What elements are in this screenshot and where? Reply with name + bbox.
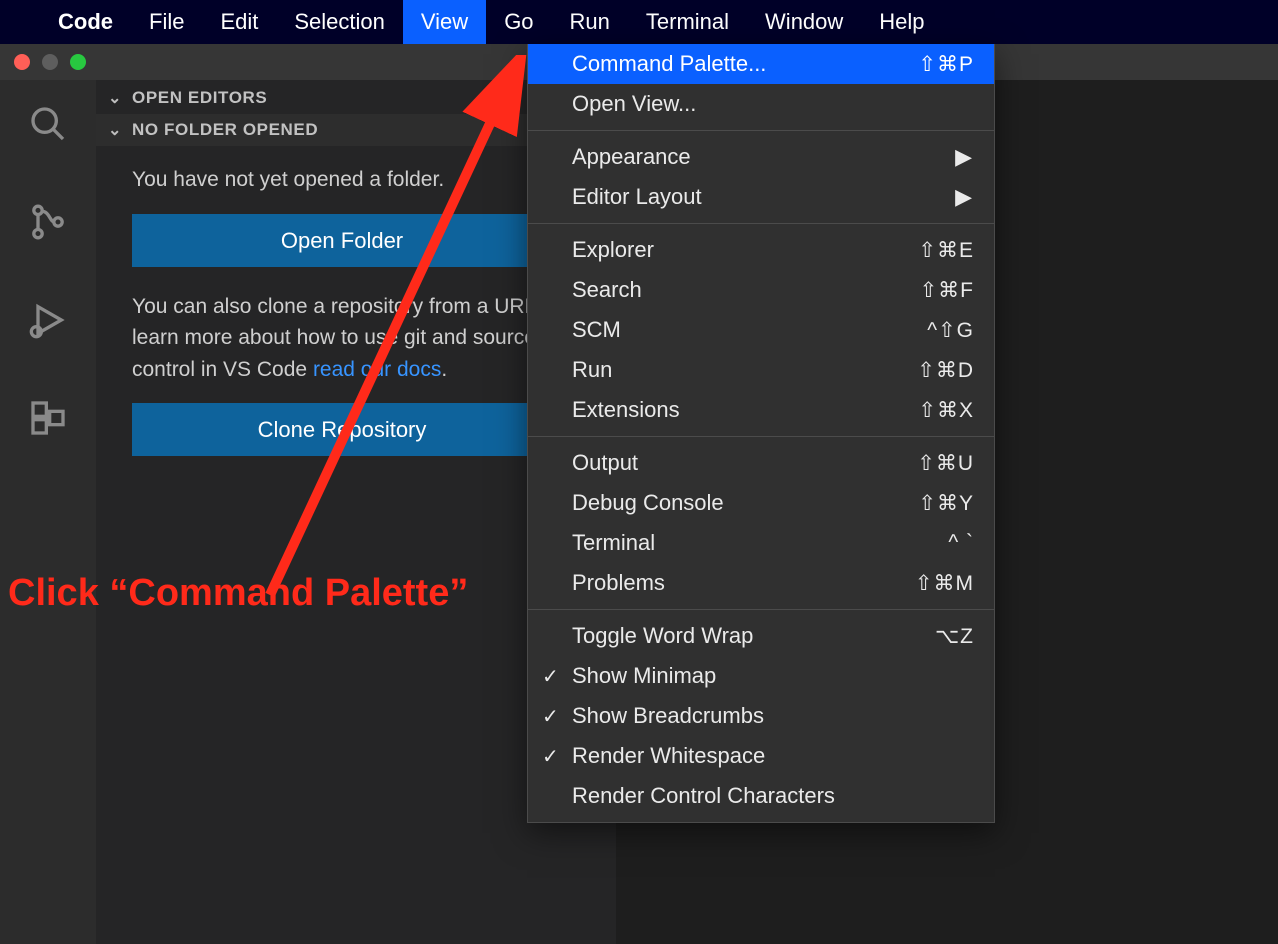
search-icon[interactable]	[28, 104, 68, 144]
run-debug-icon[interactable]	[28, 300, 68, 340]
open-editors-label: Open Editors	[132, 88, 267, 108]
menu-item-label: Show Minimap	[572, 663, 974, 689]
menu-item-run[interactable]: Run⇧⌘D	[528, 350, 994, 390]
menu-item-label: Explorer	[572, 237, 918, 263]
menu-item-explorer[interactable]: Explorer⇧⌘E	[528, 230, 994, 270]
menu-separator	[528, 436, 994, 437]
menubar-item-go[interactable]: Go	[486, 0, 551, 44]
menu-item-shortcut: ⇧⌘F	[920, 278, 974, 303]
menubar-item-run[interactable]: Run	[552, 0, 628, 44]
annotation-text: Click “Command Palette”	[8, 572, 468, 615]
menu-item-appearance[interactable]: Appearance▶	[528, 137, 994, 177]
menu-item-debug-console[interactable]: Debug Console⇧⌘Y	[528, 483, 994, 523]
menu-item-problems[interactable]: Problems⇧⌘M	[528, 563, 994, 603]
menubar-item-help[interactable]: Help	[861, 0, 942, 44]
menu-item-command-palette[interactable]: Command Palette...⇧⌘P	[528, 44, 994, 84]
menu-item-search[interactable]: Search⇧⌘F	[528, 270, 994, 310]
menu-item-label: Terminal	[572, 530, 948, 556]
menu-item-terminal[interactable]: Terminal^ `	[528, 523, 994, 563]
menu-item-shortcut: ⇧⌘U	[917, 451, 974, 476]
menu-item-editor-layout[interactable]: Editor Layout▶	[528, 177, 994, 217]
menu-item-label: Command Palette...	[572, 51, 918, 77]
window-minimize-button[interactable]	[42, 54, 58, 70]
window-maximize-button[interactable]	[70, 54, 86, 70]
checkmark-icon: ✓	[542, 744, 559, 769]
menu-item-extensions[interactable]: Extensions⇧⌘X	[528, 390, 994, 430]
view-menu-dropdown: Command Palette...⇧⌘P Open View... Appeara…	[527, 44, 995, 823]
menubar-item-file[interactable]: File	[131, 0, 202, 44]
menu-item-label: Problems	[572, 570, 915, 596]
menu-item-show-breadcrumbs[interactable]: ✓ Show Breadcrumbs	[528, 696, 994, 736]
menu-item-label: Toggle Word Wrap	[572, 623, 935, 649]
checkmark-icon: ✓	[542, 704, 559, 729]
menu-item-label: Render Control Characters	[572, 783, 974, 809]
menu-item-show-minimap[interactable]: ✓ Show Minimap	[528, 656, 994, 696]
menu-item-shortcut: ⌥Z	[935, 624, 974, 649]
menu-item-shortcut: ⇧⌘P	[918, 52, 974, 77]
chevron-down-icon: ⌄	[108, 88, 122, 108]
menubar-item-selection[interactable]: Selection	[276, 0, 403, 44]
menu-item-output[interactable]: Output⇧⌘U	[528, 443, 994, 483]
read-our-docs-link[interactable]: read our docs	[313, 358, 441, 381]
menu-separator	[528, 609, 994, 610]
submenu-arrow-icon: ▶	[955, 184, 972, 210]
menubar-app-name[interactable]: Code	[58, 0, 131, 44]
menu-item-label: Show Breadcrumbs	[572, 703, 974, 729]
menu-item-render-whitespace[interactable]: ✓ Render Whitespace	[528, 736, 994, 776]
window-close-button[interactable]	[14, 54, 30, 70]
menubar-item-edit[interactable]: Edit	[202, 0, 276, 44]
menu-item-label: Search	[572, 277, 920, 303]
open-folder-button[interactable]: Open Folder	[132, 214, 552, 267]
clone-repository-button[interactable]: Clone Repository	[132, 403, 552, 456]
menu-item-label: SCM	[572, 317, 927, 343]
menu-item-render-control-characters[interactable]: Render Control Characters	[528, 776, 994, 816]
activity-bar	[0, 80, 96, 944]
menu-item-label: Open View...	[572, 91, 974, 117]
no-folder-message: You have not yet opened a folder.	[132, 164, 588, 196]
menu-separator	[528, 130, 994, 131]
no-folder-label: No Folder Opened	[132, 120, 318, 140]
clone-message: You can also clone a repository from a U…	[132, 291, 588, 386]
menu-item-shortcut: ⇧⌘M	[915, 571, 974, 596]
submenu-arrow-icon: ▶	[955, 144, 972, 170]
menu-separator	[528, 223, 994, 224]
menu-item-label: Debug Console	[572, 490, 918, 516]
macos-menubar: Code FileEditSelectionViewGoRunTerminalW…	[0, 0, 1278, 44]
source-control-icon[interactable]	[28, 202, 68, 242]
menu-item-label: Run	[572, 357, 917, 383]
checkmark-icon: ✓	[542, 664, 559, 689]
menu-item-label: Extensions	[572, 397, 918, 423]
menu-item-scm[interactable]: SCM^⇧G	[528, 310, 994, 350]
menu-item-shortcut: ⇧⌘D	[917, 358, 974, 383]
menu-item-label: Editor Layout	[572, 184, 974, 210]
menu-item-label: Render Whitespace	[572, 743, 974, 769]
menu-item-shortcut: ⇧⌘X	[918, 398, 974, 423]
chevron-down-icon: ⌄	[108, 120, 122, 140]
menubar-item-window[interactable]: Window	[747, 0, 861, 44]
menu-item-shortcut: ^⇧G	[927, 318, 974, 343]
extensions-icon[interactable]	[28, 398, 68, 438]
menu-item-open-view[interactable]: Open View...	[528, 84, 994, 124]
menu-item-shortcut: ⇧⌘Y	[918, 491, 974, 516]
menubar-item-terminal[interactable]: Terminal	[628, 0, 747, 44]
menu-item-label: Output	[572, 450, 917, 476]
menubar-item-view[interactable]: View	[403, 0, 486, 44]
menu-item-toggle-word-wrap[interactable]: Toggle Word Wrap⌥Z	[528, 616, 994, 656]
menu-item-label: Appearance	[572, 144, 974, 170]
menu-item-shortcut: ⇧⌘E	[918, 238, 974, 263]
menu-item-shortcut: ^ `	[948, 531, 974, 555]
